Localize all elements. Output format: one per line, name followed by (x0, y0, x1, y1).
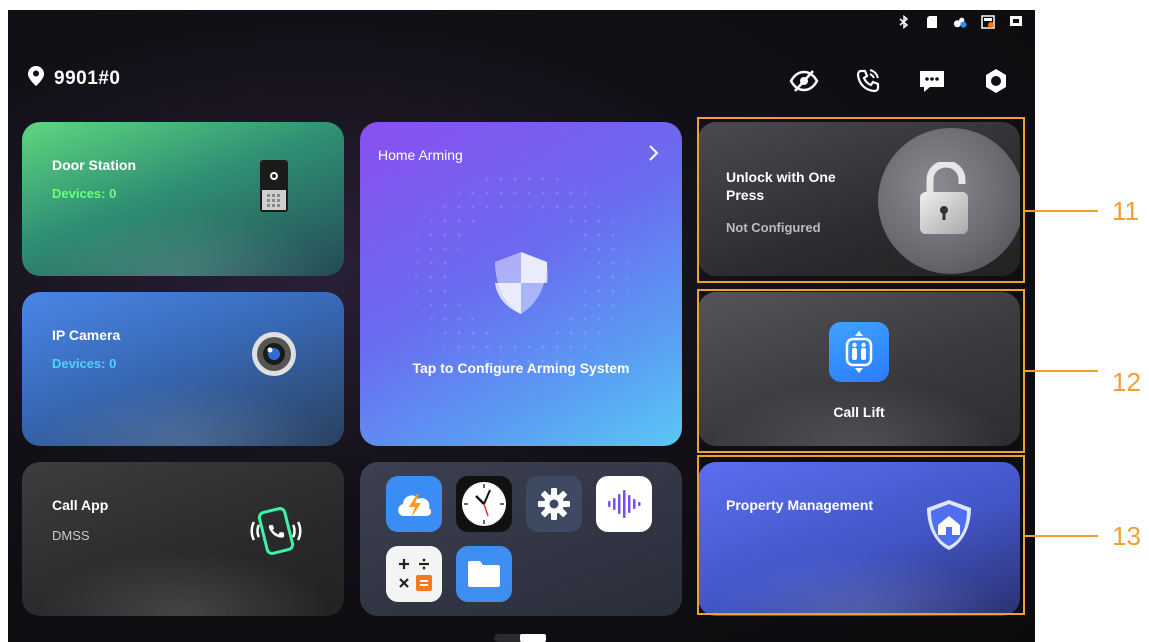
callout-box-13 (697, 455, 1025, 615)
phone-ringing-icon (244, 506, 308, 561)
chevron-right-icon[interactable] (648, 144, 660, 167)
location-header: 9901#0 (28, 66, 120, 91)
settings-app-icon[interactable] (526, 476, 582, 532)
callout-box-12 (697, 289, 1025, 453)
voice-recorder-app-icon[interactable] (596, 476, 652, 532)
door-station-card[interactable]: Door Station Devices: 0 (22, 122, 344, 276)
callout-label-11: 11 (1112, 196, 1139, 226)
arming-configure-text: Tap to Configure Arming System (412, 360, 630, 376)
callout-line-12 (1025, 370, 1098, 372)
call-app-subtitle: DMSS (52, 528, 90, 543)
dmss-cloud-app-icon[interactable] (386, 476, 442, 532)
ip-camera-title: IP Camera (52, 327, 121, 343)
shield-icon (491, 250, 551, 321)
ip-camera-card[interactable]: IP Camera Devices: 0 (22, 292, 344, 446)
callout-label-13: 13 (1112, 521, 1141, 551)
top-action-bar (787, 64, 1013, 98)
home-arming-title: Home Arming (378, 147, 463, 163)
door-station-title: Door Station (52, 157, 136, 173)
device-alert-icon (981, 15, 995, 29)
apps-card (360, 462, 682, 616)
settings-icon[interactable] (979, 64, 1013, 98)
ip-camera-devices: Devices: 0 (52, 356, 117, 371)
callout-line-13 (1025, 535, 1098, 537)
door-station-devices: Devices: 0 (52, 186, 117, 201)
location-pin-icon (28, 66, 44, 91)
card-texture (22, 376, 344, 446)
callout-line-11 (1025, 210, 1098, 212)
message-icon[interactable] (915, 64, 949, 98)
status-bar (897, 14, 1023, 30)
location-name: 9901#0 (54, 67, 121, 89)
clock-app-icon[interactable] (456, 476, 512, 532)
home-arming-card[interactable]: Home Arming Tap to Configure Arming Syst… (360, 122, 682, 446)
ip-camera-device-icon (250, 330, 298, 383)
privacy-hidden-icon[interactable] (787, 64, 821, 98)
calculator-app-icon[interactable] (386, 546, 442, 602)
call-app-title: Call App (52, 497, 109, 513)
files-app-icon[interactable] (456, 546, 512, 602)
call-forward-icon[interactable] (851, 64, 885, 98)
card-texture (22, 206, 344, 276)
bluetooth-icon (897, 15, 911, 29)
callout-label-12: 12 (1112, 367, 1141, 397)
cloud-user-icon (953, 15, 967, 29)
door-station-device-icon (260, 160, 288, 217)
callout-box-11 (697, 117, 1025, 283)
call-app-card[interactable]: Call App DMSS (22, 462, 344, 616)
sd-card-icon (925, 15, 939, 29)
home-indicator[interactable] (494, 634, 546, 642)
network-icon (1009, 15, 1023, 29)
